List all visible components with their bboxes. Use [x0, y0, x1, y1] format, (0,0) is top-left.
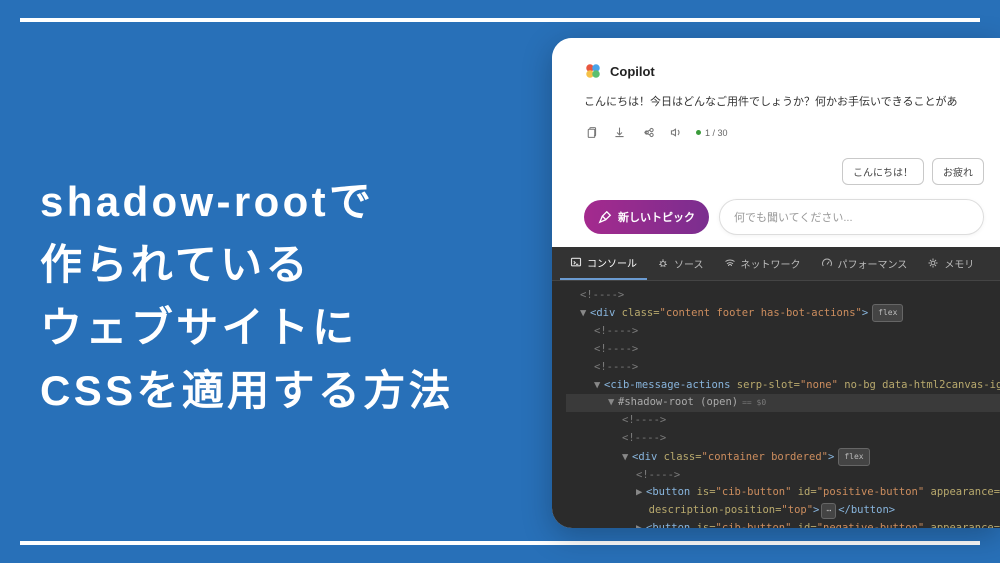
- tab-label: コンソール: [587, 255, 637, 270]
- code-line[interactable]: <!---->: [566, 287, 1000, 305]
- bottom-divider: [20, 541, 980, 545]
- devtools-panel: コンソール ソース ネットワーク パフォーマンス: [552, 247, 1000, 528]
- code-line[interactable]: ▶<button is="cib-button" id="positive-bu…: [566, 484, 1000, 502]
- new-topic-button[interactable]: 新しいトピック: [584, 200, 709, 234]
- code-line[interactable]: <!---->: [566, 359, 1000, 377]
- tab-label: パフォーマンス: [838, 256, 908, 271]
- copilot-message: こんにちは！今日はどんなご用件でしょうか？何かお手伝いできることがあ: [584, 94, 984, 112]
- page-title: shadow-rootで 作られている ウェブサイトに CSSを適用する方法: [40, 170, 454, 422]
- message-action-row: 1 / 30: [584, 126, 984, 140]
- copilot-chat-area: Copilot こんにちは！今日はどんなご用件でしょうか？何かお手伝いできること…: [552, 38, 1000, 247]
- code-line[interactable]: ▼<div class="content footer has-bot-acti…: [566, 304, 1000, 323]
- devtools-tabs: コンソール ソース ネットワーク パフォーマンス: [552, 247, 1000, 281]
- code-line[interactable]: <!---->: [566, 412, 1000, 430]
- top-divider: [20, 18, 980, 22]
- suggestion-row: こんにちは！ お疲れ: [584, 158, 984, 185]
- tab-memory[interactable]: メモリ: [917, 248, 984, 279]
- code-line[interactable]: <!---->: [566, 467, 1000, 485]
- gear-icon: [927, 257, 939, 269]
- counter-text: 1 / 30: [705, 128, 728, 138]
- chat-input-row: 新しいトピック 何でも聞いてください...: [584, 199, 984, 235]
- code-line[interactable]: <!---->: [566, 430, 1000, 448]
- code-line[interactable]: description-position="top">⋯</button>: [566, 502, 1000, 520]
- console-icon: [570, 256, 582, 268]
- elements-tree[interactable]: <!----> ▼<div class="content footer has-…: [552, 281, 1000, 528]
- tab-network[interactable]: ネットワーク: [714, 248, 811, 279]
- wifi-icon: [724, 257, 736, 269]
- share-icon[interactable]: [640, 126, 654, 140]
- code-line[interactable]: ▼<cib-message-actions serp-slot="none" n…: [566, 377, 1000, 395]
- tab-sources[interactable]: ソース: [647, 248, 714, 279]
- code-line[interactable]: ▶<button is="cib-button" id="negative-bu…: [566, 520, 1000, 528]
- speaker-icon[interactable]: [668, 126, 682, 140]
- suggestion-chip[interactable]: お疲れ: [932, 158, 984, 185]
- chat-input[interactable]: 何でも聞いてください...: [719, 199, 984, 235]
- broom-icon: [598, 210, 612, 224]
- gauge-icon: [821, 257, 833, 269]
- tab-label: メモリ: [944, 256, 974, 271]
- code-line[interactable]: <!---->: [566, 341, 1000, 359]
- title-line: shadow-rootで: [40, 170, 454, 233]
- message-counter: 1 / 30: [696, 128, 728, 138]
- tab-console[interactable]: コンソール: [560, 247, 647, 280]
- new-topic-label: 新しいトピック: [618, 209, 695, 225]
- code-line[interactable]: ▼<div class="container bordered">flex: [566, 448, 1000, 467]
- title-line: ウェブサイトに: [40, 296, 454, 359]
- tab-label: ソース: [674, 256, 704, 271]
- title-line: 作られている: [40, 233, 454, 296]
- copilot-header: Copilot: [584, 62, 984, 80]
- code-line[interactable]: <!---->: [566, 323, 1000, 341]
- tab-performance[interactable]: パフォーマンス: [811, 248, 918, 279]
- screenshot-panel: Copilot こんにちは！今日はどんなご用件でしょうか？何かお手伝いできること…: [552, 38, 1000, 528]
- copilot-logo-icon: [584, 62, 602, 80]
- suggestion-chip[interactable]: こんにちは！: [842, 158, 924, 185]
- code-line-shadow-root[interactable]: ▼#shadow-root (open)== $0: [566, 394, 1000, 412]
- tab-label: ネットワーク: [741, 256, 801, 271]
- copilot-name: Copilot: [610, 64, 655, 79]
- title-line: CSSを適用する方法: [40, 359, 454, 422]
- bug-icon: [657, 257, 669, 269]
- status-dot-icon: [696, 130, 701, 135]
- copy-icon[interactable]: [584, 126, 598, 140]
- download-icon[interactable]: [612, 126, 626, 140]
